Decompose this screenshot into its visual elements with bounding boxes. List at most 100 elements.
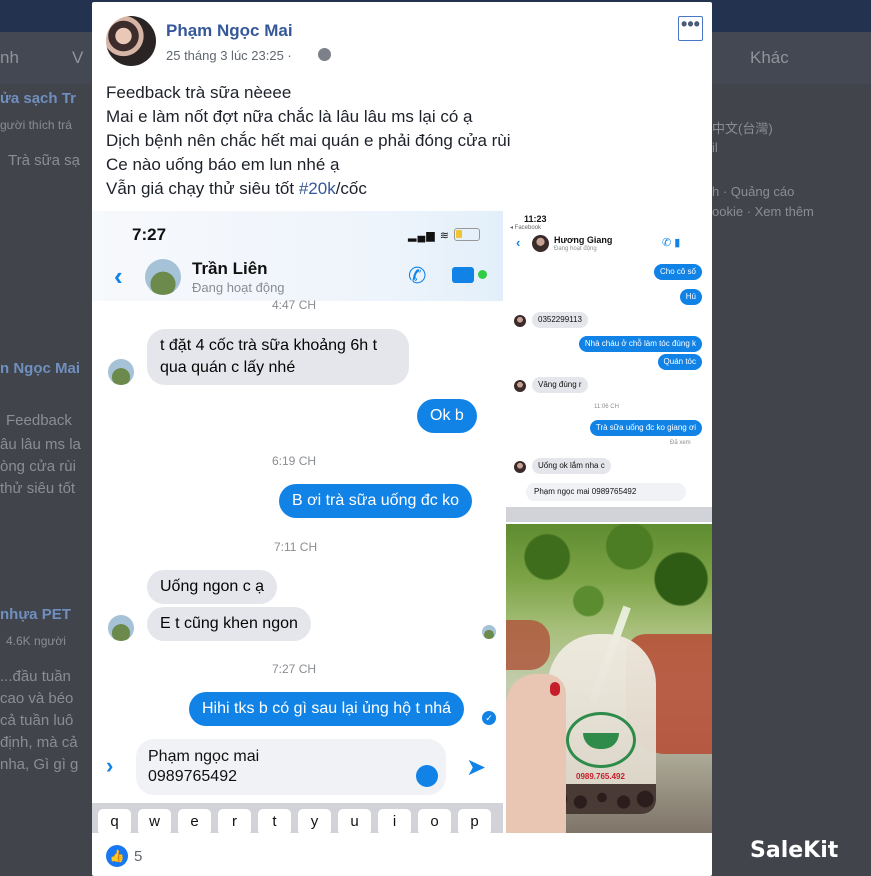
message-incoming: Uống ok lắm nha c [532,458,611,474]
bg-snippet: òng cửa rùi [0,458,76,475]
post-line: Mai e làm nốt đợt nữa chắc là lâu lâu ms… [106,107,473,126]
sender-avatar [514,315,526,327]
plant-foliage [506,524,712,634]
keyboard-key: y [298,809,331,833]
message-input-bar: Phạm ngọc mai 0989765492 [506,479,712,505]
message-timestamp: 4:47 CH [272,298,317,312]
message-incoming: t đặt 4 cốc trà sữa khoảng 6h t qua quán… [147,329,409,385]
active-status: Đang hoạt động [192,280,285,295]
status-time: 11:23 [524,214,547,224]
contact-name: Trần Liên [192,259,268,278]
hashtag-link[interactable]: #20k [299,179,336,198]
bg-snippet: thử siêu tốt [0,480,76,497]
bg-snippet[interactable]: h · Quảng cáo [712,184,794,199]
emoji-icon [416,765,438,787]
nav-item[interactable]: V [72,48,83,68]
message-incoming: 0352299113 [532,312,588,328]
post-line-text: Vẫn giá chạy thử siêu tốt [106,179,299,198]
milk-tea-photo[interactable]: 0989.765.492 [506,524,712,833]
input-line: 0989765492 [148,768,237,785]
keyboard [506,507,712,522]
delivered-check-icon: ✓ [482,711,496,725]
keyboard-key: u [338,809,371,833]
nav-item-more[interactable]: Khác [750,48,789,68]
sender-avatar [514,380,526,392]
keyboard-key: e [178,809,211,833]
message-input: Phạm ngọc mai 0989765492 [136,739,446,795]
cup-phone-text: 0989.765.492 [576,772,625,781]
post-line: Feedback trà sữa nèeee [106,83,292,102]
bg-snippet: âu lâu ms la [0,436,81,453]
keyboard-key: i [378,809,411,833]
post-text: Feedback trà sữa nèeee Mai e làm nốt đợt… [106,81,706,201]
background-right-column: 中文(台灣) il h · Quảng cáo ookie · Xem thêm [712,84,871,876]
bg-snippet: nha, Gì gì g [0,756,79,773]
like-icon: 👍 [106,845,128,867]
sender-avatar [108,615,134,641]
bg-snippet[interactable]: ookie · Xem thêm [712,204,814,219]
globe-icon [318,48,331,61]
back-chevron-icon: ‹ [114,261,123,291]
message-outgoing: Nhà cháu ở chỗ làm tóc đúng k [578,336,702,352]
send-icon: ➤ [466,754,487,781]
seen-label: Đã xem [670,440,691,446]
contact-avatar [532,235,549,252]
nav-item[interactable]: nh [0,48,19,68]
keyboard-key: p [458,809,491,833]
post-timestamp[interactable]: 25 tháng 3 lúc 23:25 · [166,48,292,63]
post-line-text: /cốc [335,179,367,198]
message-input: Phạm ngọc mai 0989765492 [526,483,686,501]
message-incoming: E t cũng khen ngon [147,607,311,641]
watermark-logo: SaleKit [750,838,839,863]
call-video-icon: ✆ ▮ [662,237,681,249]
keyboard-key: t [258,809,291,833]
sender-avatar [108,359,134,385]
bg-snippet: Feedback [6,412,72,429]
bg-snippet: Trà sữa sạ [8,152,81,169]
message-outgoing: Hú [679,289,702,305]
status-time: 7:27 [132,225,167,244]
battery-icon [454,228,480,241]
message-outgoing: Trà sữa uống đc ko giang ơi [589,420,702,436]
message-outgoing: Cho cô số [653,264,702,280]
sender-avatar [514,461,526,473]
expand-chevron-icon: › [106,753,114,778]
message-input-bar: › Phạm ngọc mai 0989765492 ➤ [92,731,503,803]
messenger-screenshot-2[interactable]: 11:23 ◂ Facebook ‹ Hương Giang Đang hoạt… [506,211,712,522]
signal-wifi-icon: ▂▄▆ ≋ [408,230,450,242]
bg-snippet: n Ngọc Mai [0,360,81,377]
video-call-icon [452,267,474,283]
bg-snippet[interactable]: 中文(台灣) [712,118,773,137]
message-incoming: Uống ngon c ạ [147,570,278,604]
post-options-button[interactable]: ••• [678,15,703,41]
post-card: Phạm Ngọc Mai 25 tháng 3 lúc 23:25 · •••… [92,2,712,876]
shop-logo [566,712,636,768]
keyboard-key: r [218,809,251,833]
post-line: Vẫn giá chạy thử siêu tốt #20k/cốc [106,177,706,201]
bg-snippet: ửa sạch Tr [0,90,76,107]
author-avatar[interactable] [106,16,156,66]
input-line: Phạm ngọc mai [148,748,260,765]
message-outgoing: B ơi trà sữa uống đc ko [279,484,473,518]
bg-snippet: cao và béo [0,690,74,707]
bg-snippet: định, mà cả [0,734,78,751]
phone-icon: ✆ [408,263,427,288]
message-timestamp: 6:19 CH [272,454,317,468]
author-name[interactable]: Phạm Ngọc Mai [166,21,293,41]
back-chevron-icon: ‹ [516,235,521,250]
like-count[interactable]: 5 [134,848,142,865]
painted-nail [550,682,560,696]
message-incoming: Vâng đúng r [532,377,588,393]
contact-name: Hương Giang [554,235,613,245]
messenger-screenshot-1[interactable]: 7:27 ▂▄▆ ≋ ‹ Trần Liên Đang hoạt động ✆ … [92,211,503,833]
bg-snippet: ...đầu tuần [0,668,71,685]
hand [506,674,566,833]
bg-snippet: nhựa PET [0,606,71,623]
bg-snippet: gười thích trá [0,118,72,132]
bg-snippet: 4.6K người [6,634,66,648]
message-timestamp: 7:11 CH [274,540,318,554]
post-photos[interactable]: 7:27 ▂▄▆ ≋ ‹ Trần Liên Đang hoạt động ✆ … [92,211,712,833]
contact-avatar [145,259,181,295]
message-outgoing: Ok b [417,399,477,433]
keyboard-key: w [138,809,171,833]
